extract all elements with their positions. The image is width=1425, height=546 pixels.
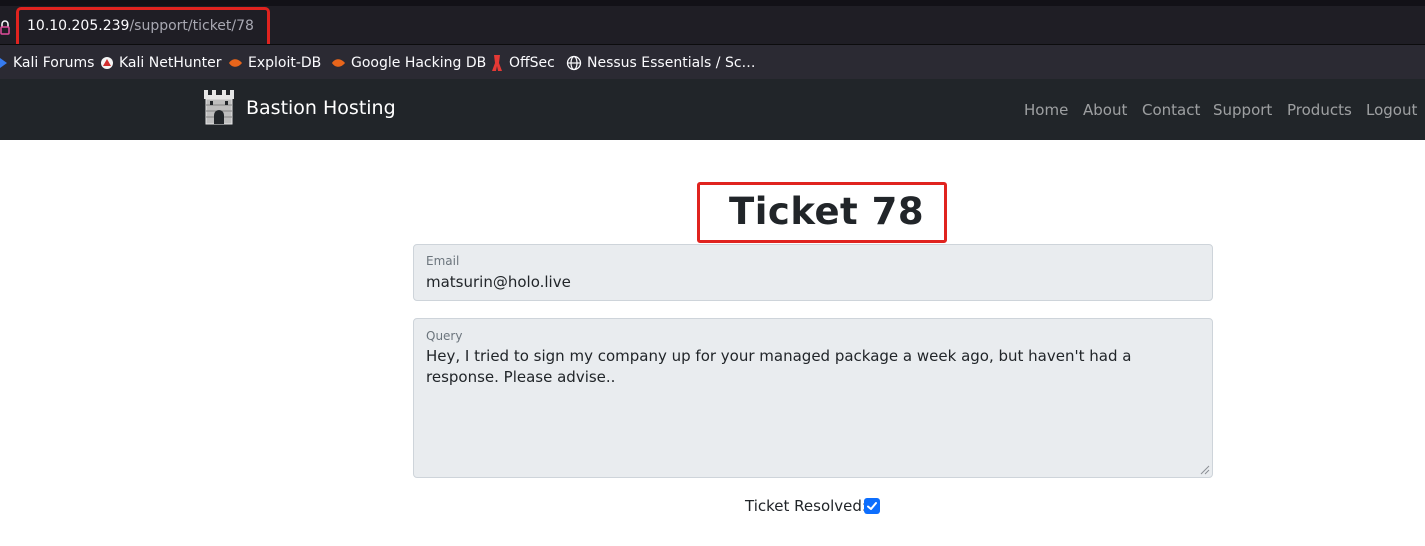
bookmark-google-hacking-db[interactable]: Google Hacking DB — [331, 53, 486, 73]
bookmark-offsec[interactable]: OffSec — [490, 53, 555, 73]
email-field[interactable]: Email matsurin@holo.live — [413, 244, 1213, 301]
nav-products[interactable]: Products — [1287, 101, 1352, 119]
bookmark-nessus[interactable]: Nessus Essentials / Sc… — [566, 53, 756, 73]
castle-logo-icon[interactable] — [203, 89, 235, 125]
ticket-resolved-checkbox[interactable] — [864, 498, 880, 514]
kali-icon — [0, 58, 7, 68]
nav-support[interactable]: Support — [1213, 101, 1272, 119]
nav-about[interactable]: About — [1083, 101, 1127, 119]
bookmark-exploit-db[interactable]: Exploit-DB — [228, 53, 321, 73]
query-value: Hey, I tried to sign my company up for y… — [426, 347, 1132, 386]
bookmark-label: Google Hacking DB — [351, 55, 487, 71]
query-textarea[interactable]: Query Hey, I tried to sign my company up… — [413, 318, 1213, 478]
bookmark-label: OffSec — [509, 55, 555, 71]
exploitdb-icon — [229, 59, 242, 67]
nav-home[interactable]: Home — [1024, 101, 1068, 119]
ghdb-icon — [332, 59, 345, 67]
bookmark-label: Exploit-DB — [248, 55, 322, 71]
bookmark-label: Kali Forums — [13, 55, 95, 71]
bookmark-kali-nethunter[interactable]: Kali NetHunter — [100, 53, 221, 73]
bookmark-label: Nessus Essentials / Sc… — [587, 55, 756, 71]
ticket-resolved-label: Ticket Resolved: — [745, 497, 867, 515]
nethunter-icon — [101, 57, 113, 69]
offsec-icon — [492, 55, 502, 71]
query-label: Query — [426, 329, 463, 343]
title-highlight-box — [697, 182, 947, 243]
checkmark-icon — [867, 502, 877, 510]
lock-icon — [0, 20, 10, 35]
email-value: matsurin@holo.live — [426, 273, 571, 291]
brand-name[interactable]: Bastion Hosting — [246, 97, 396, 119]
nav-contact[interactable]: Contact — [1142, 101, 1200, 119]
nav-logout[interactable]: Logout — [1366, 101, 1417, 119]
bookmark-kali-forums[interactable]: Kali Forums — [0, 53, 94, 73]
bookmark-label: Kali NetHunter — [119, 55, 222, 71]
resize-grip-icon[interactable] — [1200, 465, 1210, 475]
email-label: Email — [426, 254, 460, 268]
bookmarks-toolbar: Kali Forums Kali NetHunter Exploit-DB Go… — [0, 44, 1425, 79]
globe-icon — [566, 55, 582, 71]
